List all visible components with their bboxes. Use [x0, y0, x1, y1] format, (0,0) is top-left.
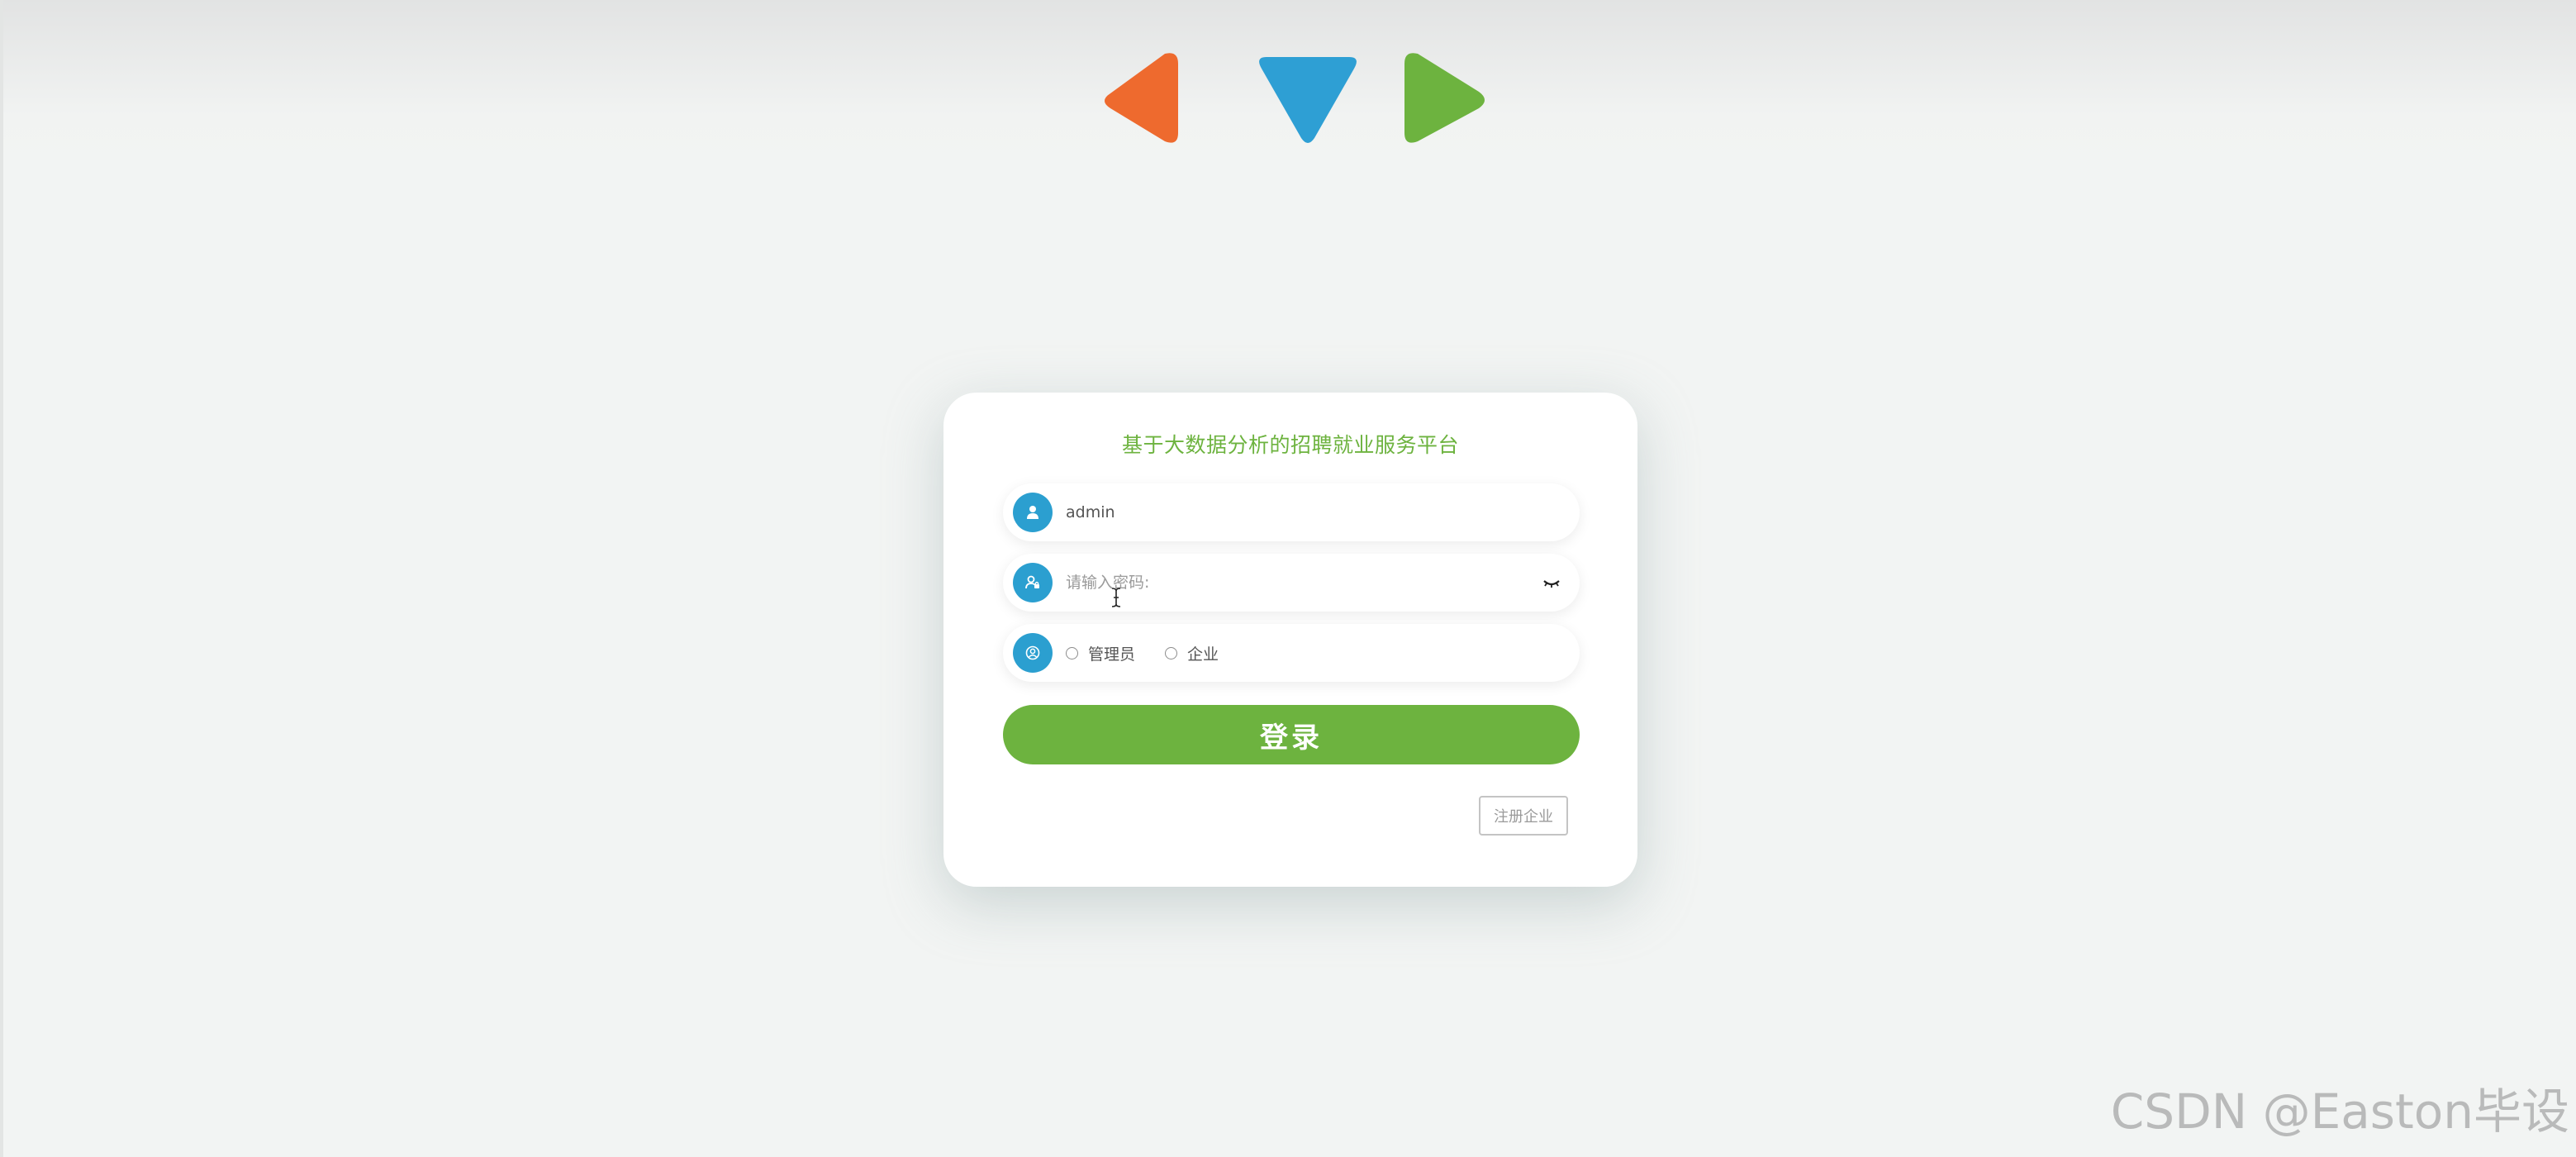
decorative-triangles	[1082, 45, 1495, 153]
role-radio-group: 管理员 企业	[1066, 624, 1248, 682]
left-border	[0, 0, 3, 1157]
role-option-admin[interactable]: 管理员	[1066, 642, 1135, 664]
role-option-company[interactable]: 企业	[1165, 642, 1219, 664]
password-field	[1003, 554, 1580, 612]
csdn-watermark: CSDN @Easton毕设	[2110, 1083, 2569, 1140]
password-input[interactable]	[1066, 564, 1528, 602]
login-button[interactable]: 登录	[1003, 705, 1580, 764]
down-triangle-icon	[1259, 57, 1357, 143]
left-triangle-icon	[1105, 53, 1178, 143]
right-triangle-icon	[1404, 53, 1485, 143]
username-field	[1003, 483, 1580, 541]
role-field: 管理员 企业	[1003, 624, 1580, 682]
radio-admin[interactable]	[1066, 646, 1078, 659]
text-cursor-icon	[1111, 588, 1121, 607]
radio-company[interactable]	[1165, 646, 1178, 659]
card-title: 基于大数据分析的招聘就业服务平台	[1121, 433, 1459, 457]
role-icon	[1013, 633, 1053, 673]
register-company-button[interactable]: 注册企业	[1479, 796, 1568, 836]
role-label-admin: 管理员	[1088, 645, 1136, 664]
role-label-company: 企业	[1187, 645, 1219, 664]
login-card: 基于大数据分析的招聘就业服务平台 admin 管理员 企业 登录 注册企业	[943, 393, 1637, 887]
lock-user-icon	[1013, 563, 1053, 602]
username-input[interactable]	[1066, 493, 1528, 531]
login-page: 基于大数据分析的招聘就业服务平台 admin 管理员 企业 登录 注册企业 CS…	[0, 0, 2576, 1157]
eye-closed-icon[interactable]	[1542, 574, 1561, 591]
user-icon	[1013, 493, 1053, 532]
